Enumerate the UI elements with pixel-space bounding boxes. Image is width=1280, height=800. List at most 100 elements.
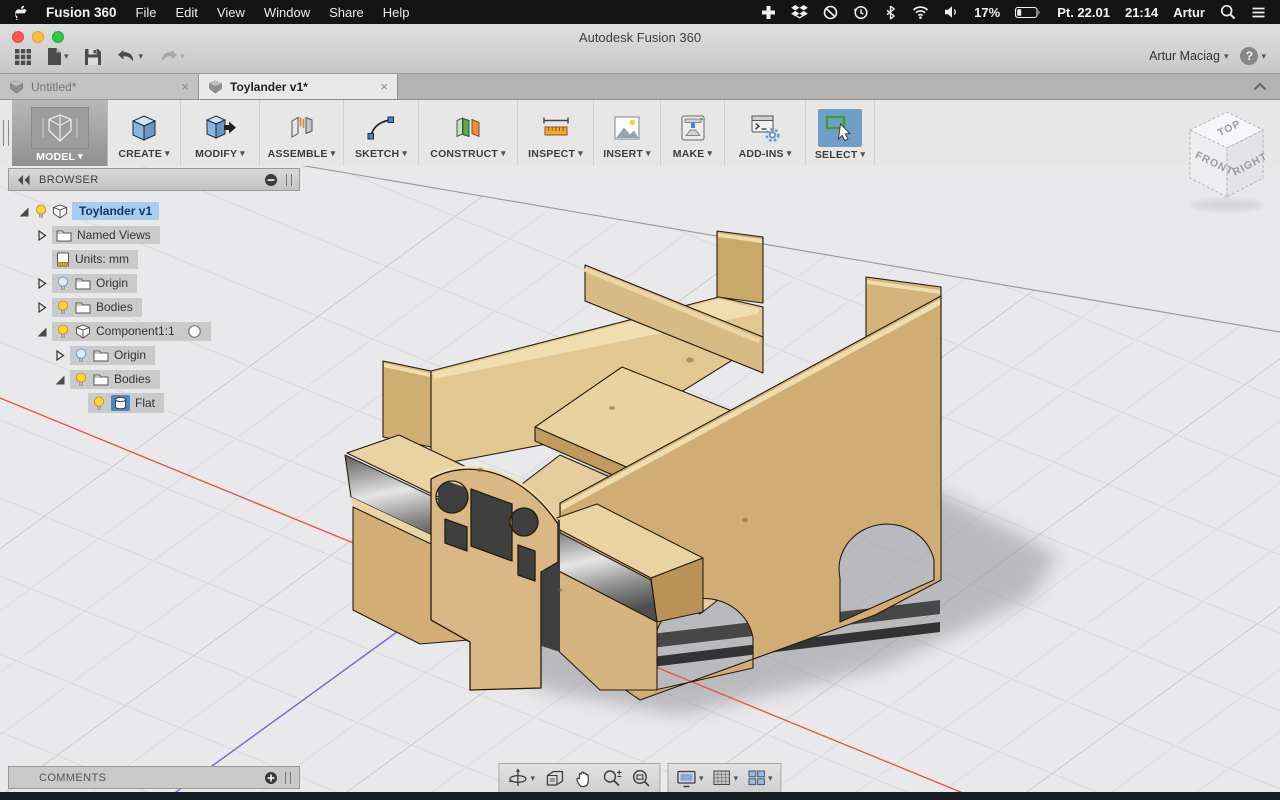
3d-viewport-canvas[interactable]: BROWSER Toylander v1Named ViewsUnits: mm… [0, 166, 1280, 792]
fast-user-switch[interactable]: Artur [1173, 5, 1205, 20]
add-comment-icon[interactable] [264, 771, 278, 785]
menubar-item-share[interactable]: Share [329, 5, 364, 20]
nav-fit-button[interactable] [631, 769, 651, 788]
make-tool-icon [677, 112, 709, 144]
toolbar-grip[interactable] [0, 100, 12, 166]
account-menu[interactable]: Artur Maciag▾ [1149, 49, 1228, 63]
document-tab-2[interactable]: Toylander v1*× [199, 74, 398, 99]
browser-row-named-views[interactable]: Named Views [8, 223, 300, 247]
statusbar-wifi-icon[interactable] [912, 5, 929, 19]
tree-collapsed-icon[interactable] [35, 301, 48, 314]
tab-close-icon[interactable]: × [380, 79, 388, 94]
statusbar-bluetooth-icon[interactable] [884, 5, 897, 20]
tree-item-label: Flat [135, 396, 155, 410]
browser-row-toylander-v1[interactable]: Toylander v1 [8, 199, 300, 223]
chevron-down-icon: ▾ [578, 149, 583, 158]
active-app-name[interactable]: Fusion 360 [46, 5, 117, 20]
nav-display-settings-button[interactable]: ▾ [676, 769, 704, 788]
browser-row-origin[interactable]: Origin [8, 271, 300, 295]
nav-zoom-button[interactable] [602, 769, 622, 788]
ribbon-group-construct[interactable]: CONSTRUCT▾ [419, 100, 518, 166]
tree-expanded-icon[interactable] [17, 205, 30, 218]
menubar-item-edit[interactable]: Edit [175, 5, 197, 20]
ribbon-group-label: CONSTRUCT [430, 148, 498, 160]
ribbon-group-label: SKETCH [355, 148, 399, 160]
tree-collapsed-icon[interactable] [35, 229, 48, 242]
view-cube[interactable]: TOP FRONT RIGHT [1178, 102, 1278, 214]
tree-collapsed-icon[interactable] [35, 277, 48, 290]
document-units-icon [56, 252, 70, 267]
browser-header[interactable]: BROWSER [8, 168, 300, 191]
visibility-bulb-icon[interactable] [74, 372, 88, 387]
browser-row-bodies[interactable]: Bodies [8, 295, 300, 319]
save-button[interactable] [80, 46, 106, 68]
ribbon-group-add-ins[interactable]: ADD-INS▾ [725, 100, 806, 166]
nav-viewports-button[interactable]: ▾ [747, 769, 773, 787]
comments-grip[interactable] [285, 772, 291, 784]
browser-row-bodies[interactable]: Bodies [8, 367, 300, 391]
visibility-bulb-icon[interactable] [56, 324, 70, 339]
redo-button[interactable]: ▾ [154, 47, 189, 66]
visibility-bulb-icon[interactable] [56, 276, 70, 291]
statusbar-health-plus-icon[interactable] [761, 5, 776, 20]
ribbon-group-assemble[interactable]: ASSEMBLE▾ [260, 100, 344, 166]
clock-date: Pt. 22.01 [1057, 5, 1110, 20]
activate-component-radio[interactable] [187, 324, 202, 339]
statusbar-time-machine-icon[interactable] [853, 5, 869, 20]
tree-expanded-icon[interactable] [53, 373, 66, 386]
menubar-item-window[interactable]: Window [264, 5, 310, 20]
quick-access-toolbar: ▾ ▾ ▾ [10, 45, 189, 68]
visibility-bulb-icon[interactable] [74, 348, 88, 363]
ribbon-group-inspect[interactable]: INSPECT▾ [518, 100, 594, 166]
file-menu-button[interactable]: ▾ [43, 45, 73, 68]
display-settings-icon [676, 769, 697, 788]
ribbon-group-make[interactable]: MAKE▾ [661, 100, 725, 166]
app-grid-button[interactable] [10, 46, 36, 68]
browser-row-flat[interactable]: Flat [8, 391, 300, 415]
tab-label: Untitled* [31, 80, 76, 94]
browser-row-units-mm[interactable]: Units: mm [8, 247, 300, 271]
visibility-bulb-icon[interactable] [56, 300, 70, 315]
ribbon-group-modify[interactable]: MODIFY▾ [181, 100, 260, 166]
ribbon-group-model[interactable]: MODEL▾ [12, 100, 108, 166]
folder-icon [93, 349, 109, 362]
chevron-down-icon: ▾ [240, 149, 245, 158]
battery-icon[interactable] [1015, 6, 1042, 19]
collapse-panel-icon[interactable] [16, 174, 31, 186]
tab-close-icon[interactable]: × [181, 79, 189, 94]
nav-pan-button[interactable] [574, 769, 593, 788]
tree-collapsed-icon[interactable] [53, 349, 66, 362]
undo-button[interactable]: ▾ [113, 47, 148, 66]
browser-row-origin[interactable]: Origin [8, 343, 300, 367]
statusbar-notification-list-icon[interactable] [1251, 6, 1266, 19]
remove-filter-icon[interactable] [264, 173, 278, 187]
statusbar-search-icon[interactable] [1220, 4, 1236, 20]
menubar-item-help[interactable]: Help [383, 5, 410, 20]
help-menu[interactable]: ? ▾ [1240, 47, 1266, 65]
ribbon-group-create[interactable]: CREATE▾ [108, 100, 181, 166]
nav-look-at-button[interactable] [544, 769, 565, 787]
macos-menubar: Fusion 360 FileEditViewWindowShareHelp 1… [0, 0, 1280, 24]
menubar-item-file[interactable]: File [136, 5, 157, 20]
tree-row-pill: Origin [70, 346, 155, 365]
statusbar-volume-icon[interactable] [944, 5, 959, 19]
menubar-item-view[interactable]: View [217, 5, 245, 20]
statusbar-dropbox-icon[interactable] [791, 4, 808, 20]
apple-menu-icon[interactable] [14, 5, 27, 20]
tree-row-pill: Component1:1 [52, 322, 211, 341]
toolbar-collapse-chevron[interactable] [1253, 74, 1280, 99]
visibility-bulb-icon[interactable] [92, 396, 106, 411]
nav-grid-snap-button[interactable]: ▾ [713, 769, 739, 787]
statusbar-prohibit-icon[interactable] [823, 5, 838, 20]
nav-orbit-button[interactable]: ▾ [507, 768, 535, 788]
ribbon-group-select[interactable]: SELECT▾ [806, 100, 875, 166]
visibility-bulb-icon[interactable] [34, 204, 48, 219]
tree-expanded-icon[interactable] [35, 325, 48, 338]
comments-bar[interactable]: COMMENTS [8, 766, 300, 789]
ribbon-group-sketch[interactable]: SKETCH▾ [344, 100, 419, 166]
ribbon-group-insert[interactable]: INSERT▾ [594, 100, 661, 166]
browser-row-component1-1[interactable]: Component1:1 [8, 319, 300, 343]
fusion360-desktop: { "menubar": { "app_name": "Fusion 360",… [0, 0, 1280, 800]
panel-grip[interactable] [286, 174, 292, 186]
document-tab-1[interactable]: Untitled* × [0, 74, 199, 99]
